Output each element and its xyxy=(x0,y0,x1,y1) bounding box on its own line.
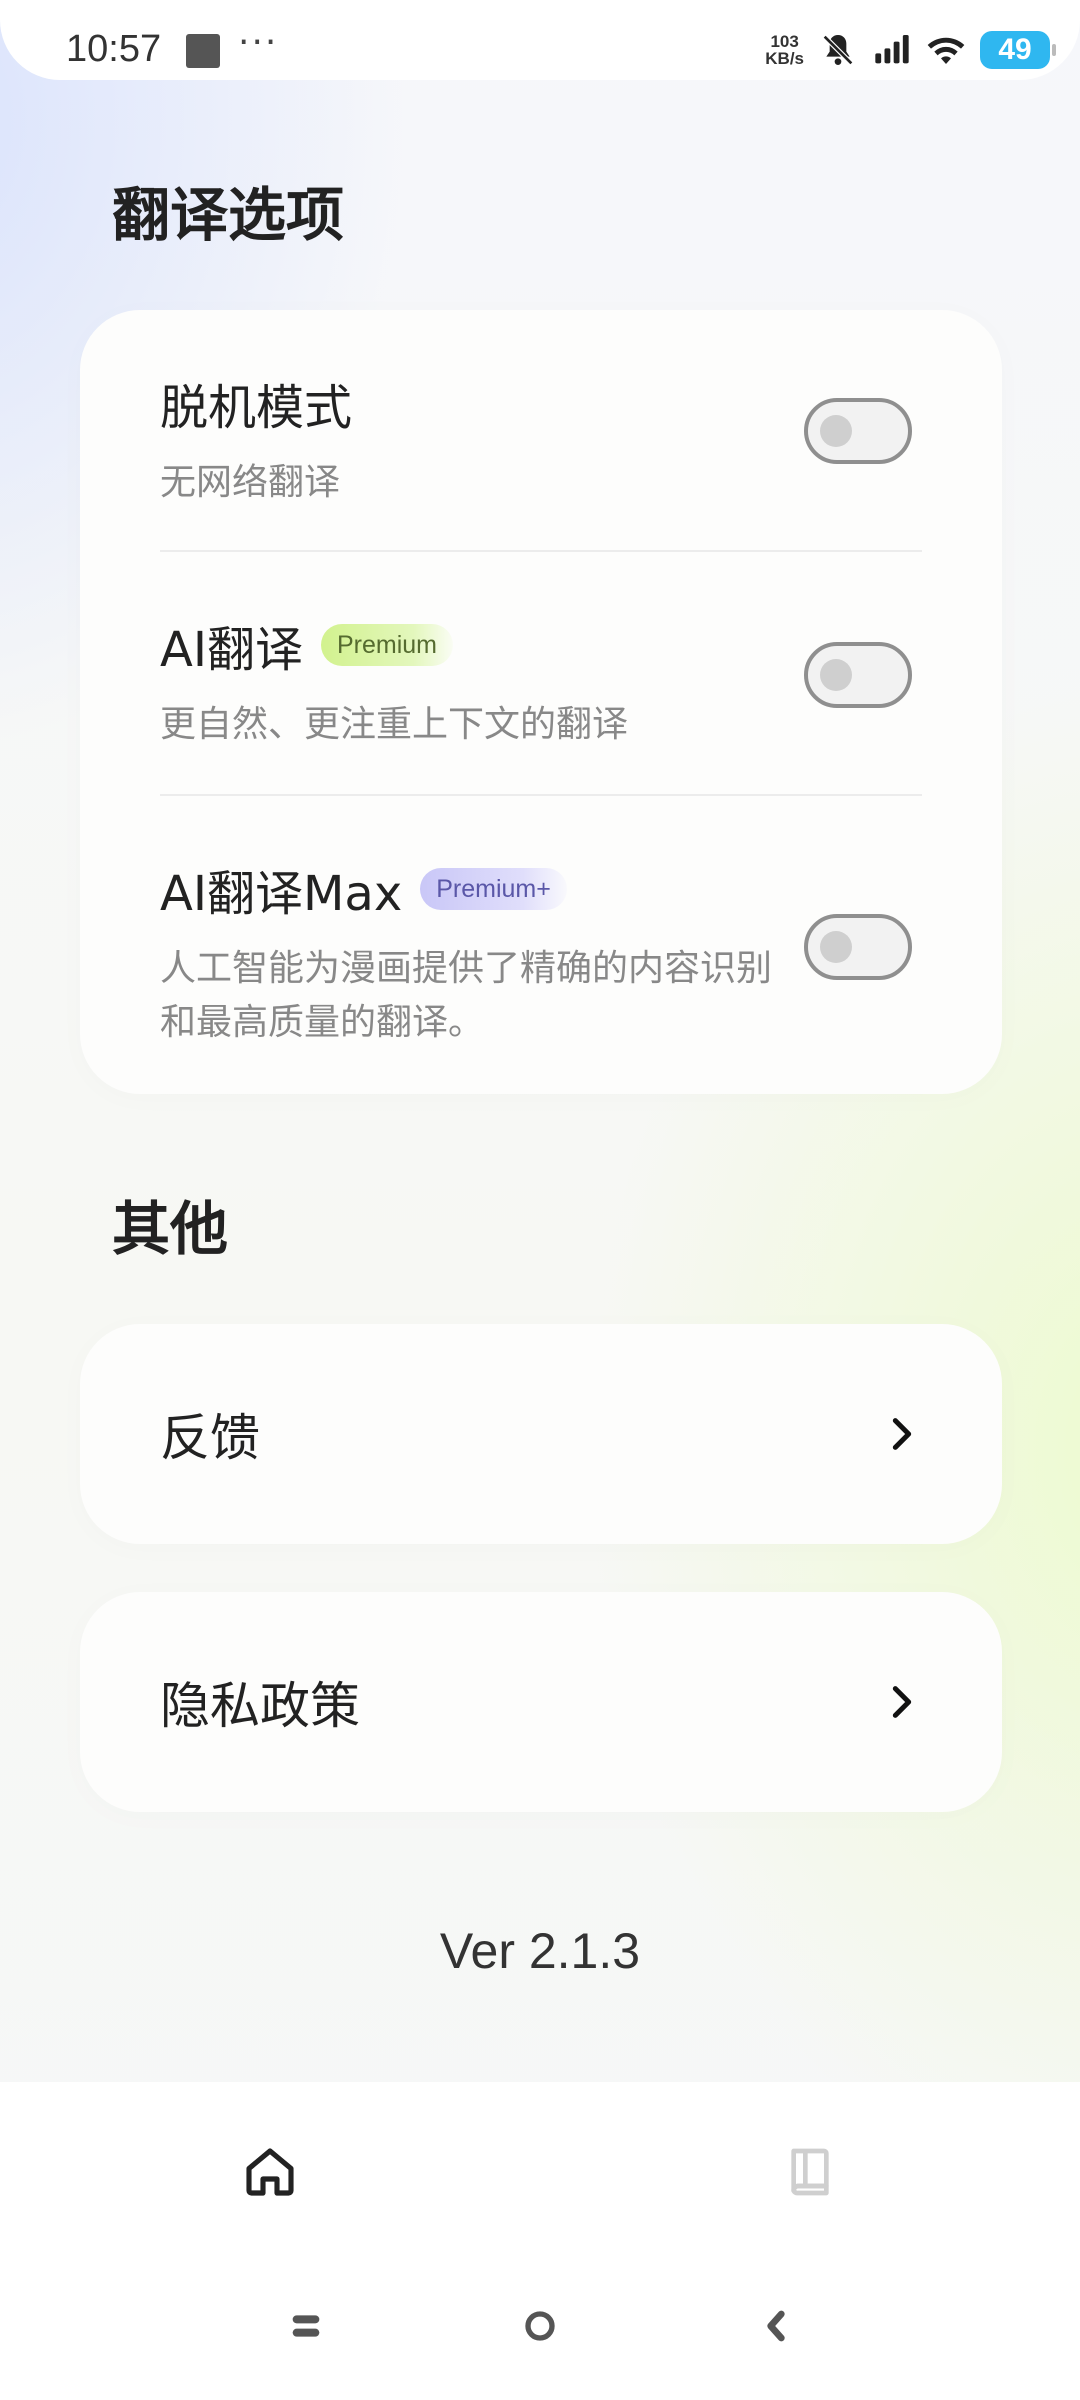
section-title-other: 其他 xyxy=(112,1195,229,1263)
setting-description: 更自然、更注重上下文的翻译 xyxy=(160,704,629,745)
offline-mode-toggle[interactable] xyxy=(804,398,912,464)
feedback-label: 反馈 xyxy=(160,1409,260,1467)
status-icons: 103 KB/s 49 xyxy=(765,28,1056,72)
premium-plus-badge: Premium+ xyxy=(420,868,567,910)
setting-title: 脱机模式 xyxy=(160,380,353,436)
ai-translate-toggle[interactable] xyxy=(804,642,912,708)
notification-app-icon xyxy=(186,34,220,68)
status-time: 10:57 xyxy=(66,28,162,70)
setting-description: 无网络翻译 xyxy=(160,462,341,503)
translation-options-card: 脱机模式 无网络翻译 AI翻译 Premium 更自然、更注重上下文的翻译 AI… xyxy=(80,310,1002,1094)
feedback-card[interactable]: 反馈 xyxy=(80,1324,1002,1544)
more-notifications-icon: ··· xyxy=(238,22,279,63)
wifi-icon xyxy=(927,37,965,64)
toggle-knob xyxy=(820,415,852,447)
recents-icon[interactable] xyxy=(290,2310,322,2342)
signal-icon xyxy=(875,35,909,64)
privacy-policy-card[interactable]: 隐私政策 xyxy=(80,1592,1002,1812)
chevron-right-icon xyxy=(892,1686,912,1718)
premium-badge: Premium xyxy=(321,624,454,666)
battery-icon: 49 xyxy=(980,31,1056,69)
privacy-policy-label: 隐私政策 xyxy=(160,1677,360,1735)
version-label: Ver 2.1.3 xyxy=(439,1923,641,1979)
setting-description: 人工智能为漫画提供了精确的内容识别和最高质量的翻译。 xyxy=(160,948,773,1043)
notifications-off-icon xyxy=(822,34,854,66)
book-icon[interactable] xyxy=(782,2144,838,2200)
bottom-navigation xyxy=(0,2082,1080,2400)
divider xyxy=(160,550,922,552)
home-circle-icon[interactable] xyxy=(524,2310,556,2342)
ai-translate-max-toggle[interactable] xyxy=(804,914,912,980)
section-title-translation: 翻译选项 xyxy=(112,181,345,249)
network-speed: 103 KB/s xyxy=(765,32,804,68)
setting-title: AI翻译 xyxy=(160,622,303,678)
chevron-right-icon xyxy=(892,1418,912,1450)
home-icon[interactable] xyxy=(242,2144,298,2200)
divider xyxy=(160,794,922,796)
toggle-knob xyxy=(820,931,852,963)
back-icon[interactable] xyxy=(760,2310,792,2342)
setting-title: AI翻译Max xyxy=(160,866,403,922)
status-bar: 10:57 ··· 103 KB/s 49 xyxy=(0,0,1080,80)
toggle-knob xyxy=(820,659,852,691)
